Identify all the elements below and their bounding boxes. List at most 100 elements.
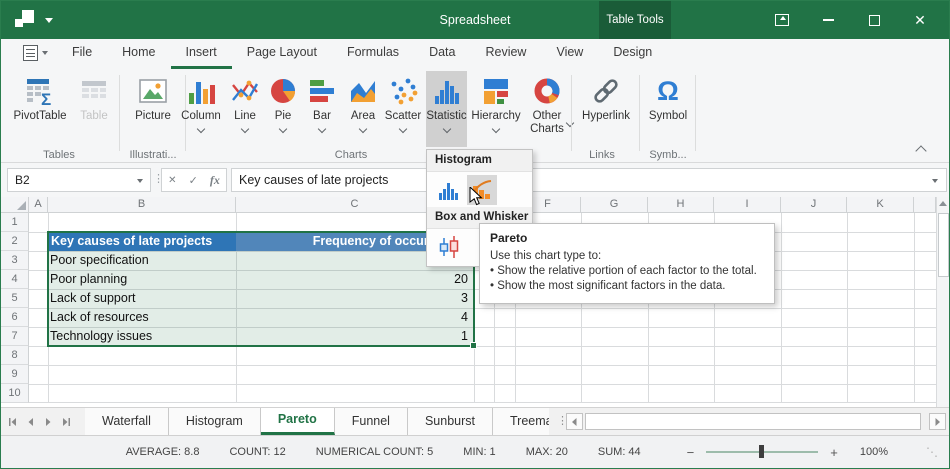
zoom-slider-thumb[interactable] <box>759 445 764 458</box>
symbol-button[interactable]: Ω Symbol <box>645 71 691 147</box>
hierarchy-chart-button[interactable]: Hierarchy <box>468 71 524 147</box>
column-chart-button[interactable]: Column <box>177 71 225 147</box>
row-header[interactable]: 9 <box>1 365 29 384</box>
cancel-icon[interactable]: ✕ <box>168 175 176 186</box>
name-box[interactable]: B2 <box>7 168 151 192</box>
scrollbar-thumb[interactable] <box>938 213 949 277</box>
sheet-tab-histogram[interactable]: Histogram <box>169 408 261 435</box>
chevron-down-icon <box>492 125 500 133</box>
area-chart-button[interactable]: Area <box>341 71 385 147</box>
row-header[interactable]: 8 <box>1 346 29 365</box>
zoom-out-button[interactable]: − <box>687 445 695 460</box>
hyperlink-button[interactable]: Hyperlink <box>577 71 635 147</box>
chevron-down-icon <box>566 119 574 127</box>
pareto-tooltip: Pareto Use this chart type to: • Show th… <box>479 223 775 304</box>
chevron-down-icon <box>279 125 287 133</box>
histogram-item-icon <box>437 178 461 202</box>
row-header[interactable]: 5 <box>1 289 29 308</box>
line-chart-button[interactable]: Line <box>225 71 265 147</box>
pivottable-icon: Σ <box>24 74 56 108</box>
sheet-tab-treemap[interactable]: Treema <box>493 408 549 435</box>
context-tab-table-tools[interactable]: Table Tools <box>599 1 671 39</box>
first-sheet-button[interactable] <box>5 412 22 432</box>
enter-icon[interactable]: ✓ <box>189 174 198 187</box>
row-header[interactable]: 3 <box>1 251 29 270</box>
horizontal-scrollbar-thumb[interactable] <box>585 413 921 430</box>
column-header-partial[interactable] <box>914 197 936 213</box>
row-header[interactable]: 1 <box>1 213 29 232</box>
dropdown-section-histogram: Histogram <box>427 150 532 172</box>
status-numerical-count: NUMERICAL COUNT: 5 <box>316 446 434 458</box>
gridline <box>29 365 936 366</box>
sheet-tab-waterfall[interactable]: Waterfall <box>85 408 169 435</box>
zoom-in-button[interactable]: + <box>830 445 838 460</box>
bar-chart-button[interactable]: Bar <box>303 71 341 147</box>
last-sheet-button[interactable] <box>56 412 73 432</box>
tab-home[interactable]: Home <box>107 39 170 69</box>
sheet-tab-sunburst[interactable]: Sunburst <box>408 408 493 435</box>
collapse-ribbon-icon[interactable] <box>915 145 926 156</box>
tab-design[interactable]: Design <box>598 39 667 69</box>
histogram-chart-item[interactable] <box>434 175 464 205</box>
tab-file[interactable]: File <box>57 39 107 69</box>
display-options-button[interactable] <box>759 1 805 39</box>
previous-sheet-button[interactable] <box>22 412 39 432</box>
tab-insert[interactable]: Insert <box>171 39 232 69</box>
column-header[interactable]: H <box>648 197 714 213</box>
vertical-scrollbar[interactable] <box>936 197 949 407</box>
formula-input[interactable]: Key causes of late projects <box>231 168 947 192</box>
row-header[interactable]: 10 <box>1 384 29 403</box>
tab-data[interactable]: Data <box>414 39 470 69</box>
maximize-button[interactable] <box>851 1 897 39</box>
svg-text:Σ: Σ <box>41 90 51 107</box>
column-header[interactable]: B <box>48 197 236 213</box>
column-header[interactable]: G <box>581 197 648 213</box>
column-header[interactable]: A <box>29 197 48 213</box>
select-all-corner[interactable] <box>1 197 29 213</box>
group-label-links: Links <box>567 149 637 162</box>
zoom-level[interactable]: 100% <box>860 446 888 458</box>
group-separator <box>119 75 120 151</box>
scroll-up-icon[interactable] <box>939 201 947 206</box>
maximize-icon <box>869 15 880 26</box>
zoom-slider[interactable] <box>706 451 818 453</box>
scroll-left-button[interactable] <box>566 413 583 430</box>
tab-review[interactable]: Review <box>470 39 541 69</box>
close-button[interactable]: ✕ <box>897 1 943 39</box>
title-bar: Spreadsheet Table Tools ✕ <box>1 1 949 39</box>
tab-page-layout[interactable]: Page Layout <box>232 39 332 69</box>
ribbon-tab-row: File Home Insert Page Layout Formulas Da… <box>1 39 949 69</box>
row-header[interactable]: 4 <box>1 270 29 289</box>
row-header[interactable]: 2 <box>1 232 29 251</box>
scroll-right-button[interactable] <box>929 413 946 430</box>
chevron-down-icon <box>318 125 326 133</box>
app-menu-button[interactable] <box>23 45 48 61</box>
scatter-chart-button[interactable]: Scatter <box>381 71 425 147</box>
selection-fill-handle[interactable] <box>470 342 477 349</box>
group-label-charts: Charts <box>311 149 391 162</box>
pie-chart-button[interactable]: Pie <box>265 71 301 147</box>
column-header[interactable]: I <box>714 197 781 213</box>
row-header[interactable]: 7 <box>1 327 29 346</box>
chevron-down-icon <box>137 179 143 183</box>
expand-formula-bar-icon[interactable] <box>932 179 938 183</box>
next-sheet-button[interactable] <box>39 412 56 432</box>
box-whisker-chart-item[interactable] <box>434 232 464 262</box>
row-header[interactable]: 6 <box>1 308 29 327</box>
tooltip-title: Pareto <box>490 231 764 245</box>
pivottable-button[interactable]: Σ PivotTable <box>9 71 71 147</box>
table-button[interactable]: Table <box>73 71 115 147</box>
resize-grip-icon: ⋱ <box>926 445 939 459</box>
minimize-button[interactable] <box>805 1 851 39</box>
sheet-tab-funnel[interactable]: Funnel <box>335 408 408 435</box>
tab-view[interactable]: View <box>541 39 598 69</box>
other-charts-button[interactable]: Other Charts <box>524 71 570 147</box>
tab-formulas[interactable]: Formulas <box>332 39 414 69</box>
insert-function-icon[interactable]: fx <box>210 173 220 188</box>
column-header[interactable]: J <box>781 197 847 213</box>
picture-button[interactable]: Picture <box>127 71 179 147</box>
column-header[interactable]: K <box>847 197 914 213</box>
statistic-chart-button[interactable]: Statistic <box>426 71 467 147</box>
sheet-tab-pareto[interactable]: Pareto <box>261 408 335 435</box>
group-separator <box>571 75 572 151</box>
